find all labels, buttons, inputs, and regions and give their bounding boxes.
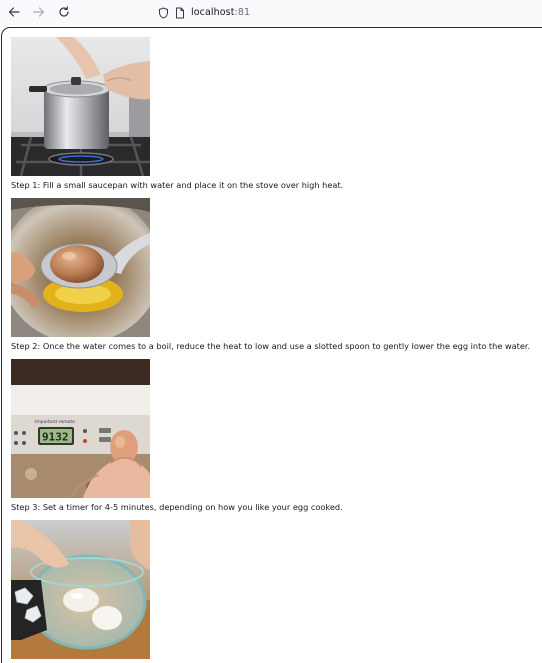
egg-on-spoon-photo (11, 198, 150, 337)
timer-display-text: 9132 (42, 431, 69, 444)
step-3-image: Important remote 9132 (11, 359, 150, 498)
arrow-right-icon (33, 7, 45, 17)
reload-icon (59, 6, 69, 17)
reload-button[interactable] (57, 5, 71, 19)
url-text[interactable]: localhost:81 (191, 7, 250, 18)
eggs-in-ice-bath-photo (11, 520, 150, 659)
address-bar[interactable]: localhost:81 (158, 5, 250, 20)
url-port: :81 (234, 7, 251, 18)
browser-toolbar: localhost:81 (0, 0, 542, 25)
saucepan-on-stove-photo (11, 37, 150, 176)
arrow-left-icon (8, 7, 20, 17)
step-4-image (11, 520, 150, 659)
timer-brand-text: Important remote (35, 419, 75, 425)
url-host: localhost (191, 7, 235, 18)
step-1-caption: Step 1: Fill a small saucepan with water… (11, 180, 344, 190)
step-2-caption: Step 2: Once the water comes to a boil, … (11, 341, 531, 351)
page-icon[interactable] (175, 7, 185, 19)
page-viewport: Step 1: Fill a small saucepan with water… (1, 27, 542, 663)
forward-button[interactable] (32, 5, 46, 19)
step-3-caption: Step 3: Set a timer for 4-5 minutes, dep… (11, 502, 343, 512)
back-button[interactable] (7, 5, 21, 19)
shield-icon[interactable] (158, 6, 169, 19)
kitchen-timer-photo: Important remote 9132 (11, 359, 150, 498)
step-2-image (11, 198, 150, 337)
step-1-image (11, 37, 150, 176)
page-content: Step 1: Fill a small saucepan with water… (11, 37, 541, 659)
